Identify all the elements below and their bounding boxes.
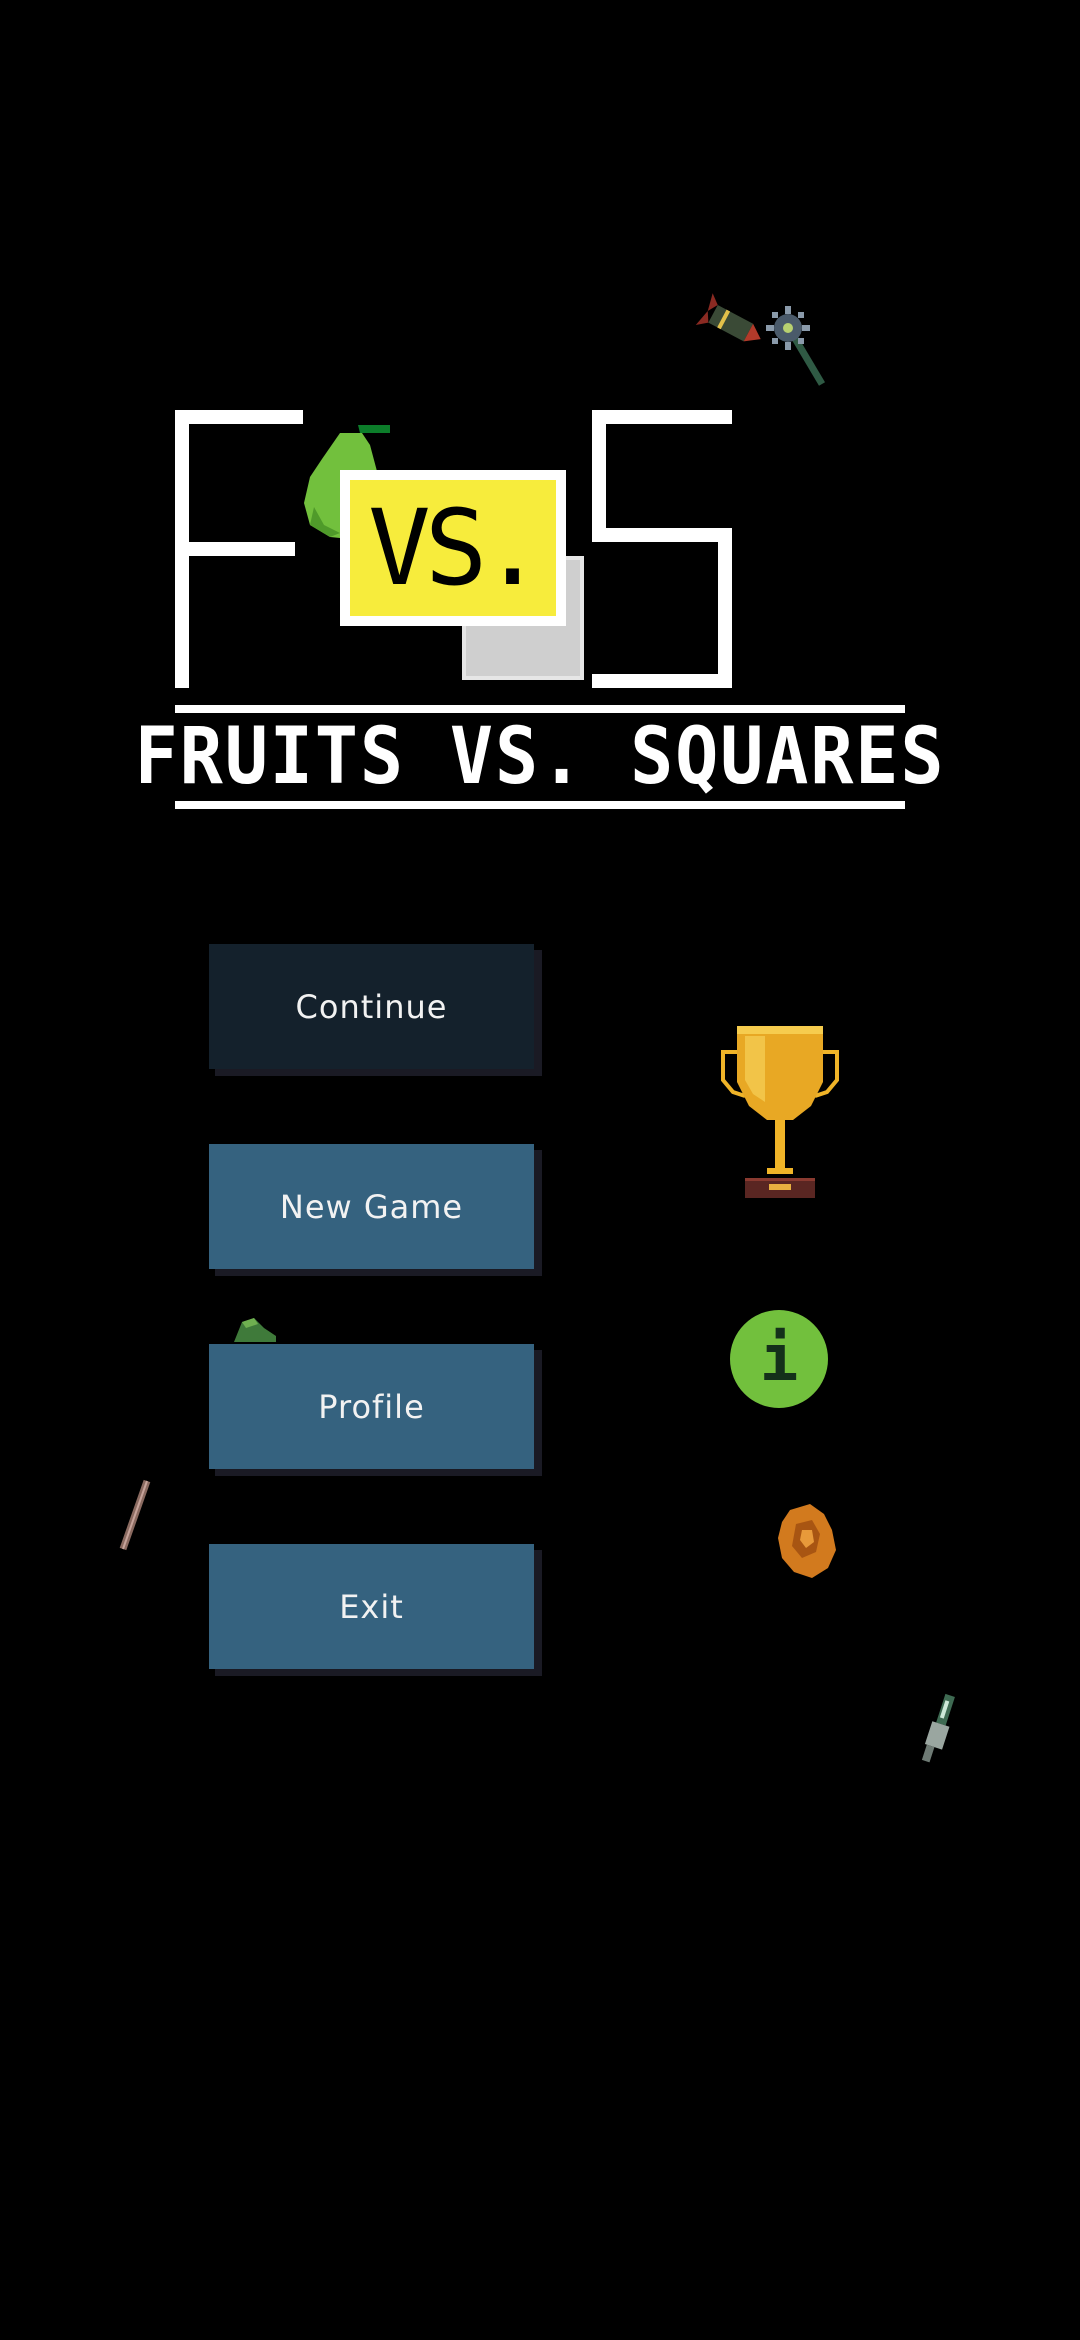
new-game-button[interactable]: New Game [209, 1144, 534, 1269]
logo-bottom-bar [175, 801, 905, 809]
logo-subtitle: FRUITS VS. SQUARES [134, 712, 946, 802]
profile-button-wrap: Profile [209, 1344, 542, 1476]
trophy-icon[interactable] [715, 1022, 845, 1202]
plasma-gun-icon [921, 1693, 955, 1763]
spiked-mace-icon [766, 306, 826, 386]
continue-button[interactable]: Continue [209, 944, 534, 1069]
info-button[interactable]: i [730, 1310, 828, 1408]
vs-text: VS. [350, 480, 556, 616]
exit-button[interactable]: Exit [209, 1544, 534, 1669]
stick-icon [119, 1479, 151, 1551]
logo-letter-f [175, 410, 303, 688]
vs-badge: VS. [340, 470, 566, 626]
exit-button-wrap: Exit [209, 1544, 542, 1676]
info-icon: i [759, 1322, 799, 1396]
continue-button-wrap: Continue [209, 944, 542, 1076]
orange-fruit-chunk-icon [778, 1504, 836, 1578]
green-shard-icon [234, 1318, 276, 1342]
new-game-button-wrap: New Game [209, 1144, 542, 1276]
profile-button[interactable]: Profile [209, 1344, 534, 1469]
logo-letter-s [592, 410, 732, 688]
